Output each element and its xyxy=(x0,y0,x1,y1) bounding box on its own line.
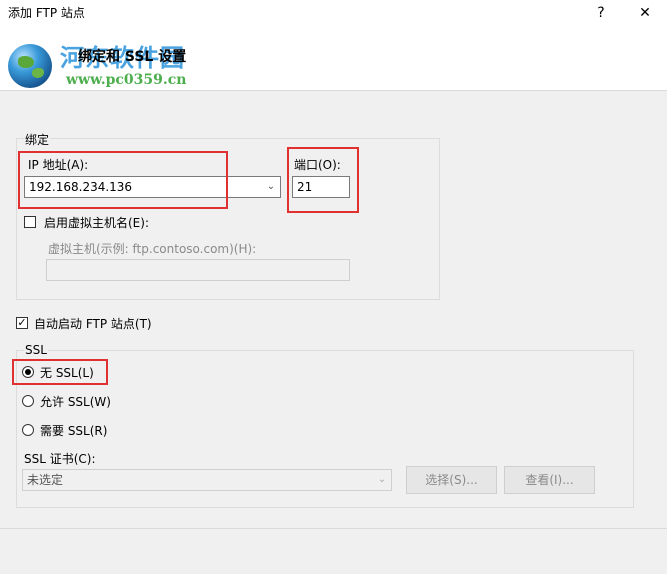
port-label: 端口(O): xyxy=(294,158,341,172)
view-cert-button[interactable]: 查看(I)... xyxy=(504,466,595,494)
allow-ssl-label: 允许 SSL(W) xyxy=(40,395,111,409)
virtual-host-checkbox-label: 启用虚拟主机名(E): xyxy=(44,216,149,230)
close-button[interactable]: ✕ xyxy=(630,0,660,26)
chevron-down-icon[interactable]: ⌄ xyxy=(264,177,278,197)
ssl-cert-value: 未选定 xyxy=(27,473,64,487)
watermark-url: www.pc0359.cn xyxy=(66,72,187,88)
ip-address-value: 192.168.234.136 xyxy=(29,180,133,194)
auto-start-checkbox[interactable]: ✓ xyxy=(16,317,28,329)
chevron-down-icon[interactable]: ⌄ xyxy=(375,470,389,490)
no-ssl-label: 无 SSL(L) xyxy=(40,366,94,380)
footer-divider xyxy=(0,528,667,529)
help-button[interactable]: ? xyxy=(586,0,616,26)
binding-group-label: 绑定 xyxy=(24,131,51,148)
virtual-host-input[interactable] xyxy=(46,259,350,281)
page-title: 绑定和 SSL 设置 xyxy=(78,49,187,65)
ip-address-combobox[interactable]: 192.168.234.136 ⌄ xyxy=(24,176,281,198)
require-ssl-radio[interactable] xyxy=(22,424,34,436)
window-title: 添加 FTP 站点 xyxy=(8,6,85,20)
port-input[interactable]: 21 xyxy=(292,176,350,198)
ssl-group-label: SSL xyxy=(24,343,48,357)
no-ssl-radio[interactable] xyxy=(22,366,34,378)
auto-start-label: 自动启动 FTP 站点(T) xyxy=(34,317,152,331)
port-value: 21 xyxy=(297,180,313,194)
allow-ssl-radio[interactable] xyxy=(22,395,34,407)
title-bar: 添加 FTP 站点 ? ✕ xyxy=(0,0,667,26)
select-cert-button[interactable]: 选择(S)... xyxy=(406,466,497,494)
wizard-header: 河东软件园 绑定和 SSL 设置 www.pc0359.cn xyxy=(0,26,667,91)
globe-icon xyxy=(8,44,52,88)
virtual-host-checkbox[interactable] xyxy=(24,216,36,228)
virtual-host-label: 虚拟主机(示例: ftp.contoso.com)(H): xyxy=(48,242,257,256)
require-ssl-label: 需要 SSL(R) xyxy=(40,424,108,438)
ip-address-label: IP 地址(A): xyxy=(28,158,89,172)
ssl-cert-label: SSL 证书(C): xyxy=(24,452,96,466)
ssl-cert-combobox[interactable]: 未选定 ⌄ xyxy=(22,469,392,491)
